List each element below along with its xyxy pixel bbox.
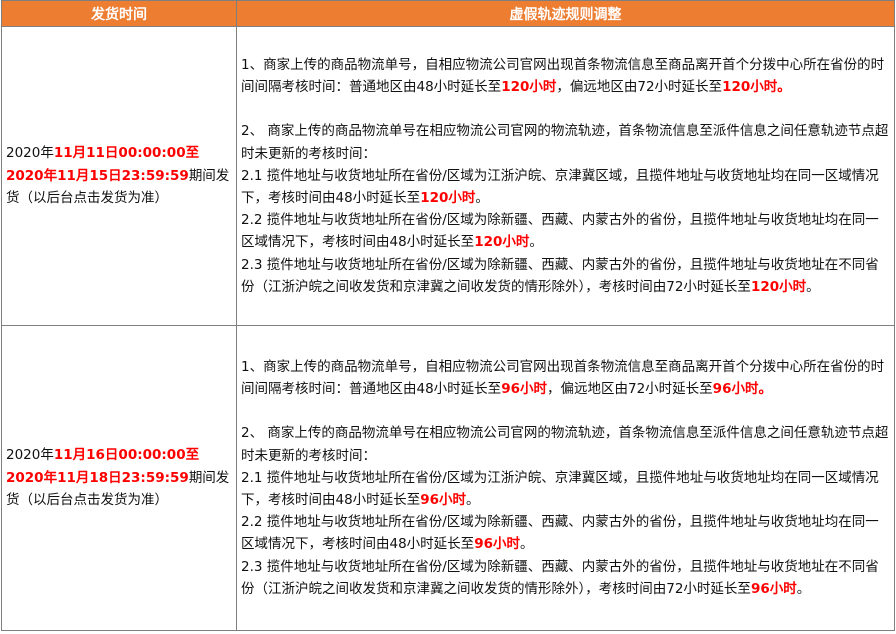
table-row: 2020年11月16日00:00:00至2020年11月18日23:59:59期…	[1, 325, 895, 631]
rules-cell: 1、商家上传的商品物流单号，自相应物流公司官网出现首条物流信息至商品离开首个分拨…	[236, 325, 895, 631]
ship-time-cell: 2020年11月11日00:00:00至2020年11月15日23:59:59期…	[1, 26, 237, 326]
rule-2-2: 2.2 揽件地址与收货地址所在省份/区域为除新疆、西藏、内蒙古外的省份，且揽件地…	[241, 209, 892, 253]
ship-time-cell: 2020年11月16日00:00:00至2020年11月18日23:59:59期…	[1, 325, 237, 631]
rule-2-2: 2.2 揽件地址与收货地址所在省份/区域为除新疆、西藏、内蒙古外的省份，且揽件地…	[241, 511, 892, 555]
rule-2-2-value: 96小时	[474, 536, 520, 553]
table-row: 2020年11月11日00:00:00至2020年11月15日23:59:59期…	[1, 26, 895, 326]
time-start: 11月11日00:00:00至	[53, 145, 200, 162]
rule-2-2-text: 2.2 揽件地址与收货地址所在省份/区域为除新疆、西藏、内蒙古外的省份，且揽件地…	[241, 514, 879, 553]
rule-2-2-text: 2.2 揽件地址与收货地址所在省份/区域为除新疆、西藏、内蒙古外的省份，且揽件地…	[241, 212, 879, 251]
rules-cell: 1、商家上传的商品物流单号，自相应物流公司官网出现首条物流信息至商品离开首个分拨…	[236, 26, 895, 326]
header-ship-time: 发货时间	[1, 0, 237, 27]
time-prefix: 2020年	[6, 145, 54, 162]
rule-2-2-end: 。	[519, 536, 534, 553]
rule-1-mid: ，偏远地区由72小时延长至	[546, 381, 713, 398]
rule-2-1-value: 120小时	[420, 190, 476, 206]
rule-2-1: 2.1 揽件地址与收货地址所在省份/区域为江浙沪皖、京津冀区域，且揽件地址与收货…	[241, 165, 892, 209]
rule-1-value-normal: 96小时	[501, 381, 547, 398]
rule-1-value-normal: 120小时	[501, 79, 557, 96]
rule-1-value-remote: 96小时。	[712, 381, 772, 398]
rule-2-3-value: 120小时	[750, 278, 807, 295]
time-end: 2020年11月18日23:59:59	[6, 469, 189, 486]
rule-2-1: 2.1 揽件地址与收货地址所在省份/区域为江浙沪皖、京津冀区域，且揽件地址与收货…	[241, 467, 892, 511]
rule-2-3-end: 。	[796, 580, 811, 597]
rule-2-3-value: 96小时	[750, 580, 797, 597]
rule-1-value-remote: 120小时。	[722, 79, 791, 96]
rule-2-3-end: 。	[806, 278, 820, 295]
rule-2-3: 2.3 揽件地址与收货地址所在省份/区域为除新疆、西藏、内蒙古外的省份，且揽件地…	[241, 254, 892, 298]
rule-1: 1、商家上传的商品物流单号，自相应物流公司官网出现首条物流信息至商品离开首个分拨…	[241, 54, 892, 98]
rule-2-1-end: 。	[465, 492, 480, 508]
rule-2-3: 2.3 揽件地址与收货地址所在省份/区域为除新疆、西藏、内蒙古外的省份，且揽件地…	[241, 556, 892, 600]
rule-2-1-text: 2.1 揽件地址与收货地址所在省份/区域为江浙沪皖、京津冀区域，且揽件地址与收货…	[241, 167, 879, 206]
rule-1-mid: ，偏远地区由72小时延长至	[556, 79, 723, 96]
rule-2-1-value: 96小时	[420, 492, 466, 508]
rule-2: 2、 商家上传的商品物流单号在相应物流公司官网的物流轨迹，首条物流信息至派件信息…	[241, 123, 889, 162]
header-rule-adjustment: 虚假轨迹规则调整	[236, 0, 895, 27]
time-prefix: 2020年	[6, 447, 54, 464]
rule-2: 2、 商家上传的商品物流单号在相应物流公司官网的物流轨迹，首条物流信息至派件信息…	[241, 425, 889, 464]
rule-1: 1、商家上传的商品物流单号，自相应物流公司官网出现首条物流信息至商品离开首个分拨…	[241, 356, 892, 400]
table-header-row: 发货时间 虚假轨迹规则调整	[1, 0, 895, 27]
rule-2-1-end: 。	[475, 190, 489, 206]
rules-table: 发货时间 虚假轨迹规则调整 2020年11月11日00:00:00至2020年1…	[1, 0, 895, 631]
rule-2-1-text: 2.1 揽件地址与收货地址所在省份/区域为江浙沪皖、京津冀区域，且揽件地址与收货…	[241, 469, 879, 508]
time-end: 2020年11月15日23:59:59	[6, 167, 189, 184]
rule-2-2-end: 。	[529, 234, 543, 251]
rule-2-2-value: 120小时	[474, 234, 530, 251]
time-start: 11月16日00:00:00至	[53, 447, 200, 464]
